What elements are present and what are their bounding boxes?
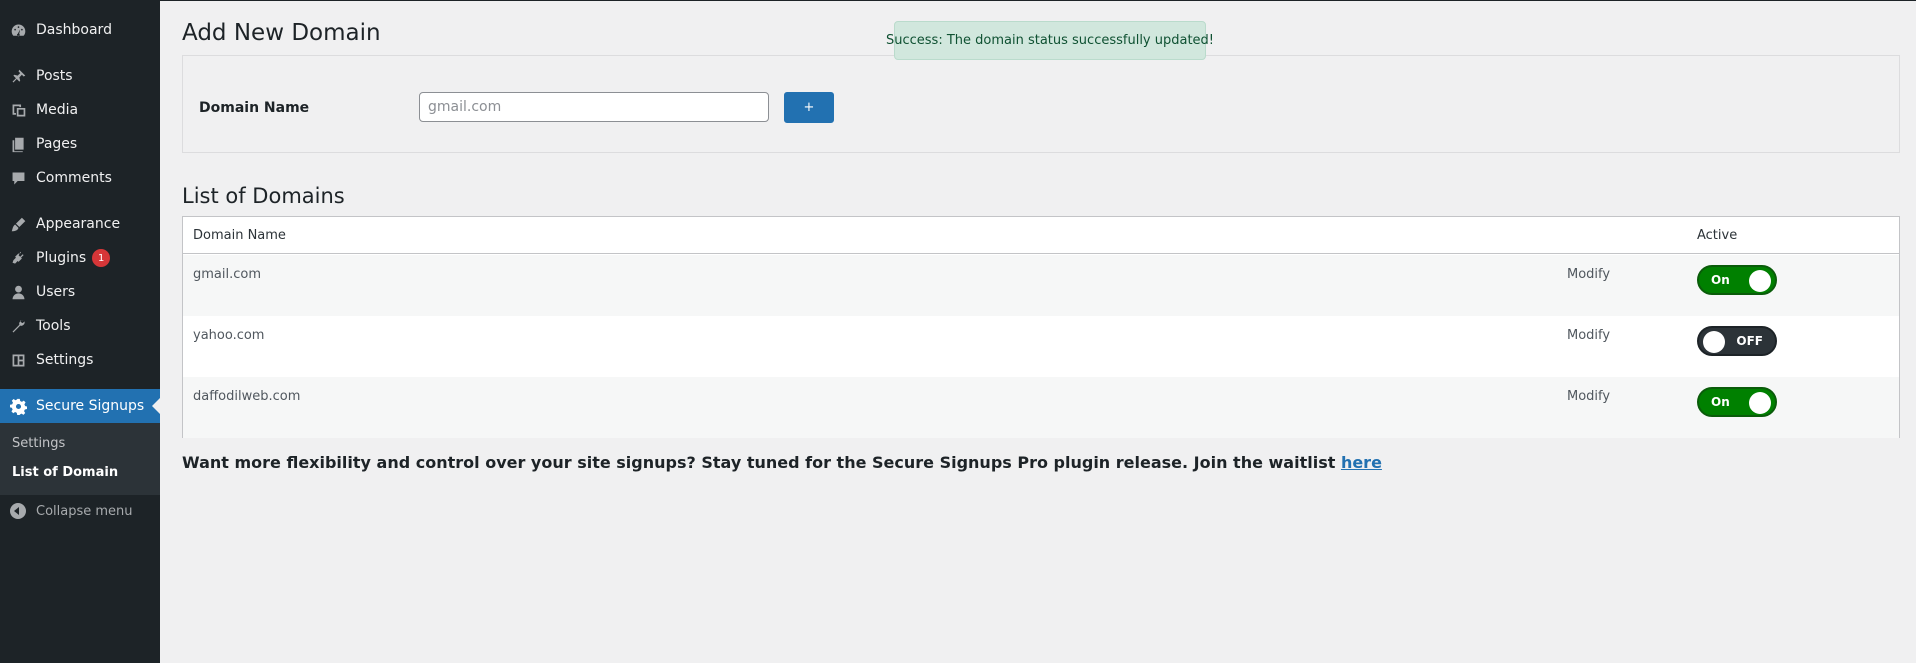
comment-icon: [0, 170, 36, 187]
sidebar-item-label: Appearance: [36, 216, 121, 232]
user-icon: [0, 284, 36, 301]
sidebar-item-label: Users: [36, 284, 76, 300]
sidebar-item-posts[interactable]: Posts: [0, 61, 160, 91]
collapse-menu-label: Collapse menu: [36, 503, 133, 519]
sidebar-item-settings[interactable]: Settings: [0, 345, 160, 375]
sidebar-item-label: Settings: [36, 352, 94, 368]
column-header-active: Active: [1697, 228, 1738, 243]
plugins-update-badge: 1: [92, 249, 111, 267]
domains-table: Domain Name Active gmail.com Modify On y…: [182, 216, 1900, 438]
status-toggle[interactable]: On: [1697, 387, 1777, 417]
status-toggle[interactable]: On: [1697, 265, 1777, 295]
collapse-menu-button[interactable]: Collapse menu: [0, 501, 133, 521]
sidebar-item-comments[interactable]: Comments: [0, 163, 160, 193]
domain-name-cell: gmail.com: [193, 267, 262, 282]
sidebar-item-label: Tools: [36, 318, 71, 334]
add-domain-title: Add New Domain: [182, 20, 381, 46]
sidebar-item-label: Media: [36, 102, 79, 118]
brush-icon: [0, 216, 36, 233]
column-header-domain-name: Domain Name: [193, 228, 286, 243]
sidebar-item-dashboard[interactable]: Dashboard: [0, 15, 160, 45]
domain-name-input[interactable]: [419, 92, 769, 122]
wrench-icon: [0, 318, 36, 335]
waitlist-link[interactable]: here: [1341, 453, 1382, 472]
table-row: yahoo.com Modify OFF: [183, 316, 1899, 377]
toggle-label: On: [1711, 273, 1730, 287]
sidebar-item-label: Plugins: [36, 250, 87, 266]
add-domain-button[interactable]: +: [784, 92, 834, 123]
sidebar-item-label: Secure Signups: [36, 398, 145, 414]
table-header: Domain Name Active: [183, 217, 1899, 254]
sidebar-item-tools[interactable]: Tools: [0, 311, 160, 341]
toggle-knob: [1703, 331, 1725, 353]
top-border: [160, 0, 1916, 1]
secure-signups-submenu: Settings List of Domain: [0, 423, 160, 495]
admin-sidebar: Dashboard Posts Media Pages Comments App…: [0, 0, 160, 663]
table-row: daffodilweb.com Modify On: [183, 377, 1899, 438]
media-icon: [0, 102, 36, 119]
dashboard-icon: [0, 22, 36, 39]
sidebar-item-media[interactable]: Media: [0, 95, 160, 125]
list-domains-title: List of Domains: [182, 184, 345, 208]
submenu-item-list-of-domain[interactable]: List of Domain: [12, 465, 118, 480]
domain-name-label: Domain Name: [199, 100, 310, 116]
domain-name-cell: yahoo.com: [193, 328, 265, 343]
sidebar-item-plugins[interactable]: Plugins 1: [0, 243, 160, 273]
toggle-label: OFF: [1736, 334, 1763, 348]
sidebar-item-pages[interactable]: Pages: [0, 129, 160, 159]
add-domain-form: Domain Name +: [182, 55, 1900, 153]
modify-link[interactable]: Modify: [1567, 389, 1610, 404]
sidebar-item-label: Dashboard: [36, 22, 112, 38]
sidebar-item-label: Comments: [36, 170, 112, 186]
domain-name-cell: daffodilweb.com: [193, 389, 301, 404]
sidebar-item-label: Pages: [36, 136, 78, 152]
pages-icon: [0, 136, 36, 153]
pin-icon: [0, 68, 36, 85]
sidebar-item-label: Posts: [36, 68, 73, 84]
sidebar-item-secure-signups[interactable]: Secure Signups: [0, 389, 160, 423]
status-toggle[interactable]: OFF: [1697, 326, 1777, 356]
gear-icon: [0, 398, 36, 415]
sidebar-item-users[interactable]: Users: [0, 277, 160, 307]
plugin-icon: [0, 250, 36, 267]
pro-waitlist-note: Want more flexibility and control over y…: [182, 453, 1382, 472]
toggle-label: On: [1711, 395, 1730, 409]
pro-waitlist-text: Want more flexibility and control over y…: [182, 453, 1341, 472]
table-row: gmail.com Modify On: [183, 255, 1899, 316]
submenu-item-settings[interactable]: Settings: [12, 436, 65, 451]
modify-link[interactable]: Modify: [1567, 267, 1610, 282]
toggle-knob: [1749, 392, 1771, 414]
collapse-icon: [0, 503, 36, 519]
toggle-knob: [1749, 270, 1771, 292]
settings-icon: [0, 352, 36, 369]
modify-link[interactable]: Modify: [1567, 328, 1610, 343]
sidebar-item-appearance[interactable]: Appearance: [0, 209, 160, 239]
success-notice: Success: The domain status successfully …: [886, 21, 1214, 60]
